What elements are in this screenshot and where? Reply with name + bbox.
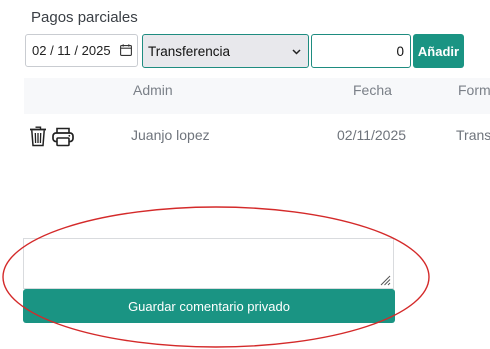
column-header-fecha: Fecha (353, 82, 392, 98)
row-forma: Trans (456, 127, 490, 143)
payment-method-select[interactable]: Transferencia (142, 34, 309, 68)
add-payment-button[interactable]: Añadir (413, 34, 464, 68)
resize-handle-icon[interactable] (380, 275, 391, 286)
trash-icon[interactable] (29, 126, 47, 147)
payments-table-header (24, 78, 490, 114)
column-header-admin: Admin (133, 82, 173, 98)
save-private-comment-button[interactable]: Guardar comentario privado (23, 289, 395, 323)
payment-date-value: 02 / 11 / 2025 (32, 43, 111, 58)
payment-method-value: Transferencia (148, 43, 231, 59)
row-fecha: 02/11/2025 (337, 127, 407, 143)
partial-payments-panel: Pagos parciales 02 / 11 / 2025 Transfere… (0, 0, 490, 349)
chevron-down-icon (292, 49, 301, 55)
amount-input[interactable]: 0 (311, 34, 411, 68)
column-header-forma: Form (458, 82, 490, 98)
section-title: Pagos parciales (31, 9, 138, 26)
calendar-icon[interactable] (120, 44, 132, 56)
print-icon[interactable] (52, 127, 74, 147)
payment-date-input[interactable]: 02 / 11 / 2025 (25, 34, 138, 67)
amount-value: 0 (396, 43, 404, 59)
row-admin: Juanjo lopez (131, 127, 210, 143)
private-comment-textarea[interactable] (23, 238, 394, 289)
